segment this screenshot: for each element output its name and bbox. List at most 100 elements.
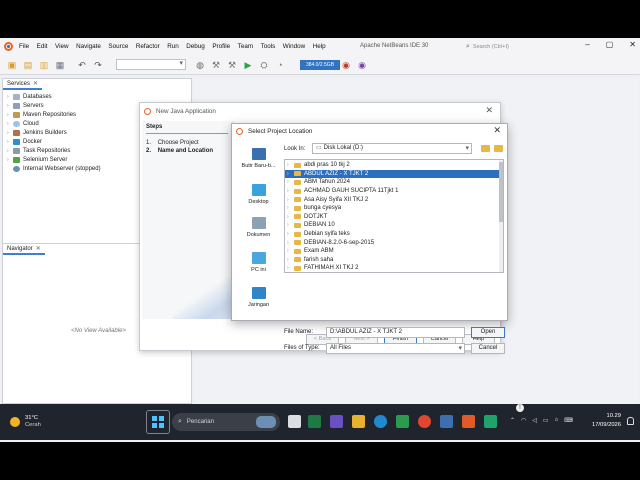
tree-item-databases[interactable]: › Databases [7,93,101,102]
maximize-icon[interactable]: ▢ [606,40,614,49]
expand-icon[interactable]: › [287,205,294,211]
tree-item-cloud[interactable]: › Cloud [7,120,101,129]
volume-icon[interactable]: ◁ [532,417,537,424]
new-project-icon[interactable]: ▤ [22,59,34,71]
up-folder-icon[interactable] [481,145,490,152]
expand-icon[interactable]: › [287,248,294,254]
tree-item-docker[interactable]: › Docker [7,137,101,146]
save-all-icon[interactable]: ▦ [54,59,66,71]
folder-row[interactable]: › bunga cyesya [285,204,501,213]
folder-row[interactable]: › ABM Tahun 2024 [285,178,501,187]
build-icon[interactable]: ⚒ [210,59,222,71]
run-icon[interactable]: ▶ [242,59,254,71]
copilot-icon[interactable] [330,415,343,428]
file-explorer-icon[interactable] [352,415,365,428]
menu-help[interactable]: Help [313,43,326,50]
menu-refactor[interactable]: Refactor [136,43,160,50]
battery-icon[interactable]: ▭ [543,417,549,424]
tree-item-jenkins[interactable]: › Jenkins Builders [7,129,101,138]
folder-row[interactable]: › ACHMAD GAUH SUCIPTA 11Tjkt 1 [285,187,501,196]
wifi-icon[interactable]: ◠ [521,417,526,424]
expand-icon[interactable]: › [287,240,294,246]
globe-icon[interactable]: ◍ [194,59,206,71]
folder-row[interactable]: › abdi pras 10 tkj 2 [285,161,501,170]
close-icon[interactable]: ✕ [485,105,493,116]
undo-icon[interactable]: ↶ [76,59,88,71]
menu-navigate[interactable]: Navigate [76,43,101,50]
expand-icon[interactable]: › [287,179,294,185]
expand-icon[interactable]: › [287,214,294,220]
chrome-icon[interactable] [418,415,431,428]
task-view-icon[interactable] [288,415,301,428]
close-icon[interactable]: ✕ [629,40,636,49]
expand-icon[interactable]: › [287,197,294,203]
folder-row[interactable]: › DEBIAN 10 [285,221,501,230]
file-name-input[interactable]: D:\ABDUL AZIZ - X TJKT 2 [326,327,465,338]
menu-edit[interactable]: Edit [37,43,48,50]
notification-icon[interactable] [627,417,634,425]
menu-tools[interactable]: Tools [261,43,276,50]
expand-icon[interactable]: › [287,188,294,194]
file-list[interactable]: ›Ilham Fathi & Farrasyah XII TKJ 2›febi›… [284,159,504,273]
menu-profile[interactable]: Profile [212,43,230,50]
folder-row[interactable]: › ABDUL AZIZ - X TJKT 2 [285,169,501,179]
info-icon[interactable]: ! [516,404,524,412]
close-icon[interactable]: ✕ [36,246,41,252]
excel-icon[interactable] [308,415,321,428]
profiler-icon[interactable]: ◉ [356,59,368,71]
taskbar-clock[interactable]: 10.29 17/09/2026 [585,412,621,430]
config-combo[interactable] [116,59,186,70]
language-icon[interactable]: ⌨ [564,417,573,424]
folder-row[interactable]: › DEBIAN-8.2.0-6-sep-2015 [285,238,501,247]
debug-icon[interactable]: ⛭ [258,59,270,71]
menu-source[interactable]: Source [108,43,128,50]
profile-icon[interactable]: ◔ [274,59,286,71]
minimize-icon[interactable]: – [585,40,589,49]
menu-run[interactable]: Run [167,43,179,50]
dialog-cancel-button[interactable]: Cancel [471,343,505,354]
place-network[interactable]: Jaringan [236,287,281,308]
open-button[interactable]: Open [471,327,505,338]
expand-icon[interactable]: › [287,162,294,168]
folder-row[interactable]: › Debian syifa teks [285,230,501,239]
tree-item-selenium[interactable]: › Selenium Server [7,155,101,164]
expand-icon[interactable]: › [287,231,294,237]
network-icon[interactable]: ⌂ [555,417,559,424]
tree-item-maven[interactable]: › Maven Repositories [7,111,101,120]
expand-icon[interactable]: › [287,257,294,263]
place-recent[interactable]: Butir Baru-b... [236,148,281,169]
place-desktop[interactable]: Desktop [236,184,281,205]
place-documents[interactable]: Dokumen [236,217,281,238]
memory-indicator[interactable]: 384.0/2.5GB [300,59,340,70]
folder-row[interactable]: › farish saha [285,256,501,265]
services-tab[interactable]: Services ✕ [3,79,43,90]
folder-row[interactable]: › DOTJKT [285,213,501,222]
new-file-icon[interactable]: ▣ [6,59,18,71]
close-icon[interactable]: ✕ [33,81,38,87]
weather-widget[interactable]: 31°C Cerah [10,415,41,429]
expand-icon[interactable]: › [287,265,294,271]
expand-icon[interactable]: › [287,171,294,177]
taskbar-search[interactable]: ⌕ Pencarian [172,413,280,431]
scrollbar-thumb[interactable] [499,162,503,222]
app-icon[interactable] [484,415,497,428]
menu-team[interactable]: Team [238,43,253,50]
menu-window[interactable]: Window [283,43,305,50]
ide-search-field[interactable]: ⌕ Search (Ctrl+I) [466,42,576,52]
navigator-tab[interactable]: Navigator ✕ [3,244,45,255]
place-this-pc[interactable]: PC ini [236,252,281,273]
new-folder-icon[interactable] [494,145,503,152]
file-list-scrollbar[interactable] [499,160,503,272]
expand-icon[interactable]: › [287,222,294,228]
folder-row[interactable]: › Exam ABM [285,247,501,256]
redo-icon[interactable]: ↷ [92,59,104,71]
netbeans-taskbar-icon[interactable] [440,415,453,428]
start-button[interactable] [150,414,166,430]
chevron-up-icon[interactable]: ⌃ [510,417,515,424]
menu-debug[interactable]: Debug [186,43,205,50]
look-in-combo[interactable]: ▭ Disk Lokal (D:) [312,143,472,154]
folder-row[interactable]: › Asa Aisy Syifa XII TKJ 2 [285,195,501,204]
edge-icon[interactable] [374,415,387,428]
tree-item-webserver[interactable]: Internal Webserver (stopped) [7,164,101,173]
close-icon[interactable]: ✕ [493,125,501,136]
